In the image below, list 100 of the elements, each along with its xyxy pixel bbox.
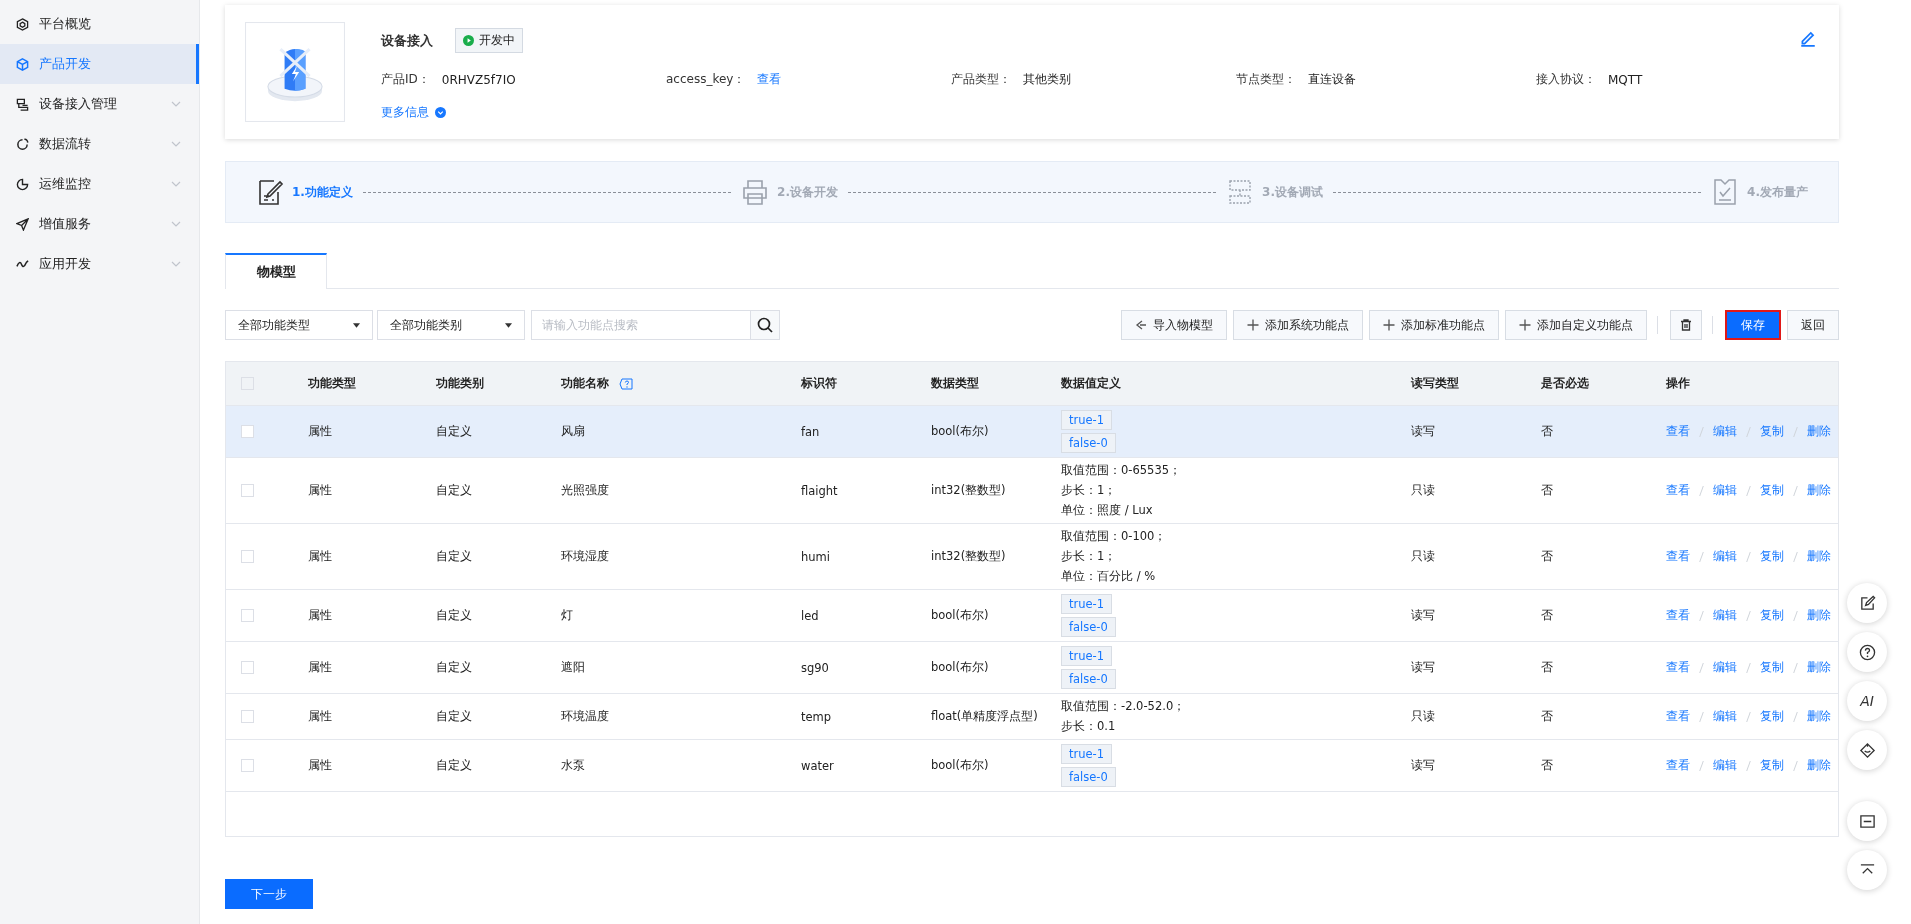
action-link[interactable]: 复制 bbox=[1760, 660, 1784, 675]
action-link[interactable]: 删除 bbox=[1807, 483, 1831, 498]
step[interactable]: 1.功能定义 bbox=[256, 178, 353, 206]
action-link[interactable]: 查看 bbox=[1666, 549, 1690, 564]
action-link[interactable]: 查看 bbox=[1666, 424, 1690, 439]
action-link[interactable]: 编辑 bbox=[1713, 424, 1737, 439]
action-link[interactable]: 删除 bbox=[1807, 709, 1831, 724]
edit-button[interactable] bbox=[1847, 583, 1887, 623]
field-value: 直连设备 bbox=[1308, 71, 1356, 88]
collapse-button[interactable] bbox=[1847, 801, 1887, 841]
action-link[interactable]: 编辑 bbox=[1713, 758, 1737, 773]
table-cell: 自定义 bbox=[436, 709, 472, 724]
sidebar-item[interactable]: 设备接入管理 bbox=[0, 84, 199, 124]
value-tag: true-1 bbox=[1061, 744, 1113, 764]
checkbox[interactable] bbox=[240, 550, 254, 563]
table-cell: bool(布尔) bbox=[931, 424, 989, 439]
action-link[interactable]: 查看 bbox=[1666, 608, 1690, 623]
action-link[interactable]: 删除 bbox=[1807, 549, 1831, 564]
edit-icon[interactable] bbox=[1799, 29, 1817, 47]
help-button[interactable] bbox=[1847, 632, 1887, 672]
checkbox[interactable] bbox=[240, 425, 254, 438]
action-link[interactable]: 查看 bbox=[1666, 709, 1690, 724]
column-header: 数据类型 bbox=[931, 376, 979, 391]
value-tag: false-0 bbox=[1061, 617, 1116, 637]
value-text: 步长：1； bbox=[1061, 482, 1117, 499]
action-link[interactable]: 复制 bbox=[1760, 483, 1784, 498]
checkbox[interactable] bbox=[240, 759, 254, 772]
more-info-link[interactable]: 更多信息 bbox=[381, 104, 446, 121]
checkbox[interactable] bbox=[240, 661, 254, 674]
top-button[interactable] bbox=[1847, 850, 1887, 890]
sidebar-item[interactable]: 产品开发 bbox=[0, 44, 199, 84]
checkbox[interactable] bbox=[240, 710, 254, 723]
value-text: 取值范围：-2.0-52.0； bbox=[1061, 698, 1186, 715]
action-link[interactable]: 编辑 bbox=[1713, 608, 1737, 623]
action-link[interactable]: 编辑 bbox=[1713, 549, 1737, 564]
select-field[interactable]: 全部功能类型 bbox=[225, 310, 373, 340]
add-button[interactable]: 添加标准功能点 bbox=[1369, 310, 1499, 340]
action-link[interactable]: 查看 bbox=[1666, 483, 1690, 498]
value-text: 步长：1； bbox=[1061, 548, 1117, 565]
view-link[interactable]: 查看 bbox=[757, 71, 782, 88]
table-cell: led bbox=[801, 608, 819, 623]
action-link[interactable]: 复制 bbox=[1760, 549, 1784, 564]
column-header: 读写类型 bbox=[1411, 376, 1459, 391]
action-link[interactable]: 编辑 bbox=[1713, 660, 1737, 675]
import-button[interactable]: 导入物模型 bbox=[1121, 310, 1227, 340]
table-row[interactable]: 属性 自定义 风扇 fan bool(布尔) true-1 false-0 读写 否 查看 编辑 复制 删除 bbox=[226, 406, 1838, 458]
chevron-down-icon bbox=[171, 141, 181, 147]
product-name: 设备接入 bbox=[381, 31, 433, 50]
checkbox[interactable] bbox=[240, 609, 254, 622]
action-link[interactable]: 复制 bbox=[1760, 424, 1784, 439]
action-link[interactable]: 删除 bbox=[1807, 660, 1831, 675]
sidebar-item[interactable]: 增值服务 bbox=[0, 204, 199, 244]
field-label: 接入协议： bbox=[1536, 71, 1596, 88]
add-button[interactable]: 添加系统功能点 bbox=[1233, 310, 1363, 340]
table-cell: flaight bbox=[801, 483, 838, 498]
sidebar-item[interactable]: 运维监控 bbox=[0, 164, 199, 204]
action-link[interactable]: 查看 bbox=[1666, 758, 1690, 773]
delete-button[interactable] bbox=[1670, 310, 1702, 340]
action-link[interactable]: 删除 bbox=[1807, 424, 1831, 439]
back-button[interactable]: 返回 bbox=[1787, 310, 1839, 340]
sidebar-item[interactable]: 数据流转 bbox=[0, 124, 199, 164]
search-button[interactable] bbox=[750, 310, 780, 340]
add-button[interactable]: 添加自定义功能点 bbox=[1505, 310, 1647, 340]
table-cell: 遮阳 bbox=[561, 660, 585, 675]
import-icon bbox=[1135, 319, 1147, 331]
help-icon bbox=[1858, 643, 1876, 661]
action-link[interactable]: 查看 bbox=[1666, 660, 1690, 675]
ai-button[interactable]: AI bbox=[1847, 681, 1887, 721]
checkbox[interactable] bbox=[240, 484, 254, 497]
help-icon[interactable] bbox=[619, 377, 633, 390]
search-field[interactable]: 请输入功能点搜索 bbox=[531, 310, 751, 340]
value-tag: true-1 bbox=[1061, 594, 1113, 614]
service-button[interactable] bbox=[1847, 730, 1887, 770]
tab[interactable]: 物模型 bbox=[225, 253, 327, 289]
action-link[interactable]: 删除 bbox=[1807, 758, 1831, 773]
action-link[interactable]: 编辑 bbox=[1713, 709, 1737, 724]
select-field[interactable]: 全部功能类别 bbox=[377, 310, 525, 340]
table-cell: fan bbox=[801, 424, 820, 439]
save-button[interactable]: 保存 bbox=[1725, 310, 1781, 340]
action-link[interactable]: 复制 bbox=[1760, 608, 1784, 623]
cube-icon bbox=[16, 57, 29, 71]
flow-icon bbox=[16, 137, 29, 151]
table-cell: 否 bbox=[1541, 424, 1553, 439]
action-link[interactable]: 删除 bbox=[1807, 608, 1831, 623]
action-link[interactable]: 复制 bbox=[1760, 758, 1784, 773]
chevron-down-icon bbox=[171, 181, 181, 187]
table-cell: 否 bbox=[1541, 483, 1553, 498]
table-cell: sg90 bbox=[801, 660, 829, 675]
column-header: 标识符 bbox=[801, 376, 837, 391]
printer-icon bbox=[741, 178, 770, 206]
sidebar-item[interactable]: 平台概览 bbox=[0, 4, 199, 44]
action-link[interactable]: 复制 bbox=[1760, 709, 1784, 724]
table-cell: 自定义 bbox=[436, 424, 472, 439]
action-link[interactable]: 编辑 bbox=[1713, 483, 1737, 498]
sidebar-item[interactable]: 应用开发 bbox=[0, 244, 199, 284]
table-cell: 读写 bbox=[1411, 608, 1435, 623]
table-cell: bool(布尔) bbox=[931, 608, 989, 623]
next-button[interactable]: 下一步 bbox=[225, 879, 313, 909]
column-header: 是否必选 bbox=[1541, 376, 1589, 391]
value-tag: false-0 bbox=[1061, 433, 1116, 453]
